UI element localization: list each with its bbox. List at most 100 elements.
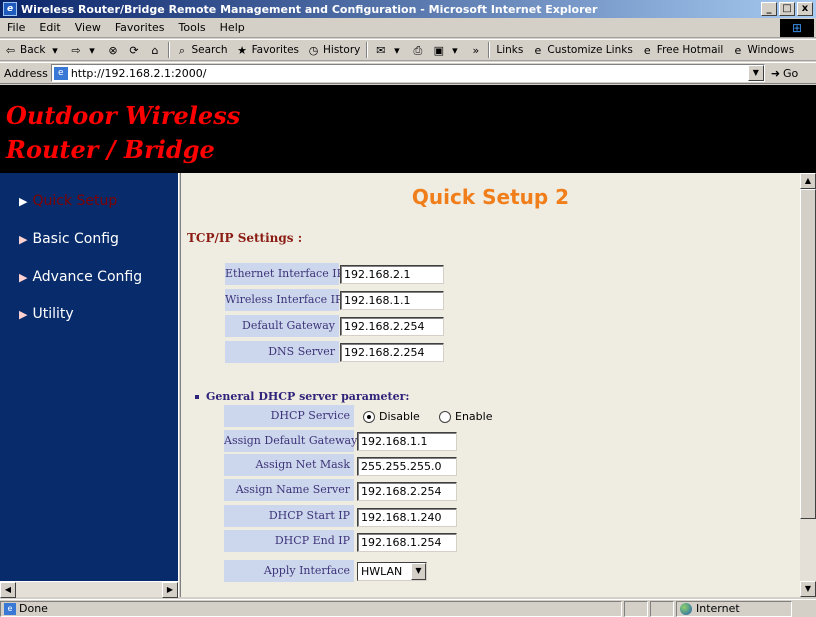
- back-button[interactable]: ⇦ Back ▾: [0, 44, 66, 57]
- windows-logo-icon: ⊞: [780, 18, 814, 37]
- menu-file[interactable]: File: [0, 21, 32, 34]
- radio-label: Enable: [455, 410, 493, 423]
- back-arrow-icon: ⇦: [5, 43, 16, 57]
- status-bar: e Done Internet: [0, 599, 816, 617]
- windows-link[interactable]: e Windows: [727, 44, 798, 57]
- apply-interface-value: HWLAN: [361, 565, 403, 578]
- customize-links-link[interactable]: e Customize Links: [527, 44, 636, 57]
- triangle-right-icon: ▶: [19, 307, 28, 321]
- window-title-bar[interactable]: e Wireless Router/Bridge Remote Manageme…: [0, 0, 816, 18]
- go-arrow-icon: ➜: [770, 66, 781, 80]
- dhcp-section-title: General DHCP server parameter:: [195, 390, 409, 403]
- dhcp-service-label: DHCP Service: [224, 405, 354, 427]
- bullet-square-icon: [195, 394, 199, 399]
- sidebar-item-label: Utility: [32, 306, 74, 322]
- scroll-down-icon[interactable]: ▼: [800, 581, 816, 597]
- windows-label: Windows: [747, 44, 795, 56]
- header-banner: Outdoor Wireless Router / Bridge: [0, 85, 816, 173]
- vertical-scrollbar[interactable]: ▲ ▼: [800, 173, 816, 597]
- status-cell: [650, 600, 674, 617]
- forward-button[interactable]: ⇨ ▾: [66, 44, 103, 57]
- favorites-button[interactable]: ★ Favorites: [232, 44, 303, 57]
- favorites-label: Favorites: [251, 44, 300, 56]
- print-button[interactable]: ⎙: [407, 44, 428, 57]
- tcpip-section-title: TCP/IP Settings :: [187, 231, 303, 245]
- search-button[interactable]: ⌕ Search: [172, 44, 232, 57]
- links-button[interactable]: Links: [492, 44, 527, 56]
- edit-button[interactable]: ▣ ▾: [428, 44, 465, 57]
- close-button[interactable]: x: [797, 2, 813, 16]
- menu-help[interactable]: Help: [213, 21, 252, 34]
- wireless-ip-label: Wireless Interface IP: [225, 289, 342, 311]
- address-input[interactable]: e http://192.168.2.1:2000/ ▼: [50, 64, 765, 82]
- ethernet-ip-input[interactable]: 192.168.2.1: [340, 265, 444, 284]
- assign-gateway-label: Assign Default Gateway: [224, 430, 357, 452]
- page-done-icon: e: [4, 602, 16, 615]
- scroll-up-icon[interactable]: ▲: [800, 173, 816, 189]
- dhcp-end-ip-label: DHCP End IP: [224, 530, 354, 552]
- free-hotmail-label: Free Hotmail: [656, 44, 724, 56]
- banner-title-line1: Outdoor Wireless: [6, 101, 241, 130]
- edit-dropdown-icon[interactable]: ▾: [448, 44, 461, 57]
- dhcp-start-ip-input[interactable]: 192.168.1.240: [357, 508, 457, 527]
- default-gateway-input[interactable]: 192.168.2.254: [340, 317, 444, 336]
- search-icon: ⌕: [178, 43, 186, 57]
- scroll-right-icon[interactable]: ▶: [162, 582, 178, 598]
- history-icon: ◷: [308, 43, 319, 57]
- scroll-left-icon[interactable]: ◀: [0, 582, 16, 598]
- page-icon: e: [534, 43, 542, 57]
- assign-name-server-input[interactable]: 192.168.2.254: [357, 482, 457, 501]
- radio-selected-icon[interactable]: [363, 410, 375, 423]
- back-dropdown-icon[interactable]: ▾: [49, 44, 62, 57]
- stop-icon: ⊗: [108, 43, 118, 57]
- sidebar-item-basic-config[interactable]: ▶ Basic Config: [19, 231, 119, 247]
- maximize-button[interactable]: □: [779, 2, 795, 16]
- home-button[interactable]: ⌂: [145, 44, 166, 57]
- menu-bar: File Edit View Favorites Tools Help ⊞: [0, 18, 816, 38]
- favorites-icon: ★: [237, 43, 248, 57]
- apply-interface-select[interactable]: HWLAN ▼: [357, 562, 427, 581]
- address-dropdown-icon[interactable]: ▼: [747, 65, 764, 81]
- default-gateway-label: Default Gateway: [225, 315, 339, 337]
- radio-unselected-icon[interactable]: [439, 410, 451, 423]
- free-hotmail-link[interactable]: e Free Hotmail: [637, 44, 728, 57]
- dhcp-disable-radio[interactable]: Disable: [363, 410, 420, 423]
- toolbar-separator: [366, 42, 369, 58]
- ie-app-icon: e: [3, 2, 17, 16]
- chevron-down-icon[interactable]: ▼: [411, 563, 426, 580]
- address-url: http://192.168.2.1:2000/: [70, 66, 207, 80]
- minimize-button[interactable]: _: [761, 2, 777, 16]
- address-bar: Address e http://192.168.2.1:2000/ ▼ ➜ Go: [0, 62, 816, 84]
- page-icon: e: [53, 66, 68, 80]
- refresh-button[interactable]: ⟳: [124, 44, 145, 57]
- sidebar-item-advance-config[interactable]: ▶ Advance Config: [19, 269, 142, 285]
- stop-button[interactable]: ⊗: [103, 44, 124, 57]
- menu-tools[interactable]: Tools: [172, 21, 213, 34]
- menu-edit[interactable]: Edit: [32, 21, 67, 34]
- assign-gateway-input[interactable]: 192.168.1.1: [357, 432, 457, 451]
- dhcp-end-ip-input[interactable]: 192.168.1.254: [357, 533, 457, 552]
- sidebar-item-utility[interactable]: ▶ Utility: [19, 306, 74, 322]
- more-button[interactable]: »: [465, 44, 486, 57]
- window-controls: _ □ x: [761, 2, 813, 16]
- status-text: Done: [19, 602, 48, 615]
- scroll-thumb[interactable]: [800, 189, 816, 519]
- mail-button[interactable]: ✉ ▾: [370, 44, 407, 57]
- sidebar-horizontal-scrollbar[interactable]: ◀ ▶: [0, 581, 178, 598]
- security-zone-cell: Internet: [676, 600, 792, 617]
- mail-dropdown-icon[interactable]: ▾: [390, 44, 403, 57]
- menu-view[interactable]: View: [68, 21, 108, 34]
- wireless-ip-input[interactable]: 192.168.1.1: [340, 291, 444, 310]
- go-label: Go: [783, 66, 799, 80]
- go-button[interactable]: ➜ Go: [771, 67, 798, 80]
- menu-favorites[interactable]: Favorites: [108, 21, 172, 34]
- dns-server-input[interactable]: 192.168.2.254: [340, 343, 444, 362]
- dhcp-enable-radio[interactable]: Enable: [439, 410, 492, 423]
- sidebar-item-label: Quick Setup: [32, 193, 118, 209]
- assign-netmask-input[interactable]: 255.255.255.0: [357, 457, 457, 476]
- forward-dropdown-icon[interactable]: ▾: [86, 44, 99, 57]
- sidebar-item-quick-setup[interactable]: ▶ Quick Setup: [19, 193, 117, 209]
- history-button[interactable]: ◷ History: [303, 44, 364, 57]
- chevron-right-icon: »: [472, 43, 480, 57]
- window-title: Wireless Router/Bridge Remote Management…: [21, 2, 598, 16]
